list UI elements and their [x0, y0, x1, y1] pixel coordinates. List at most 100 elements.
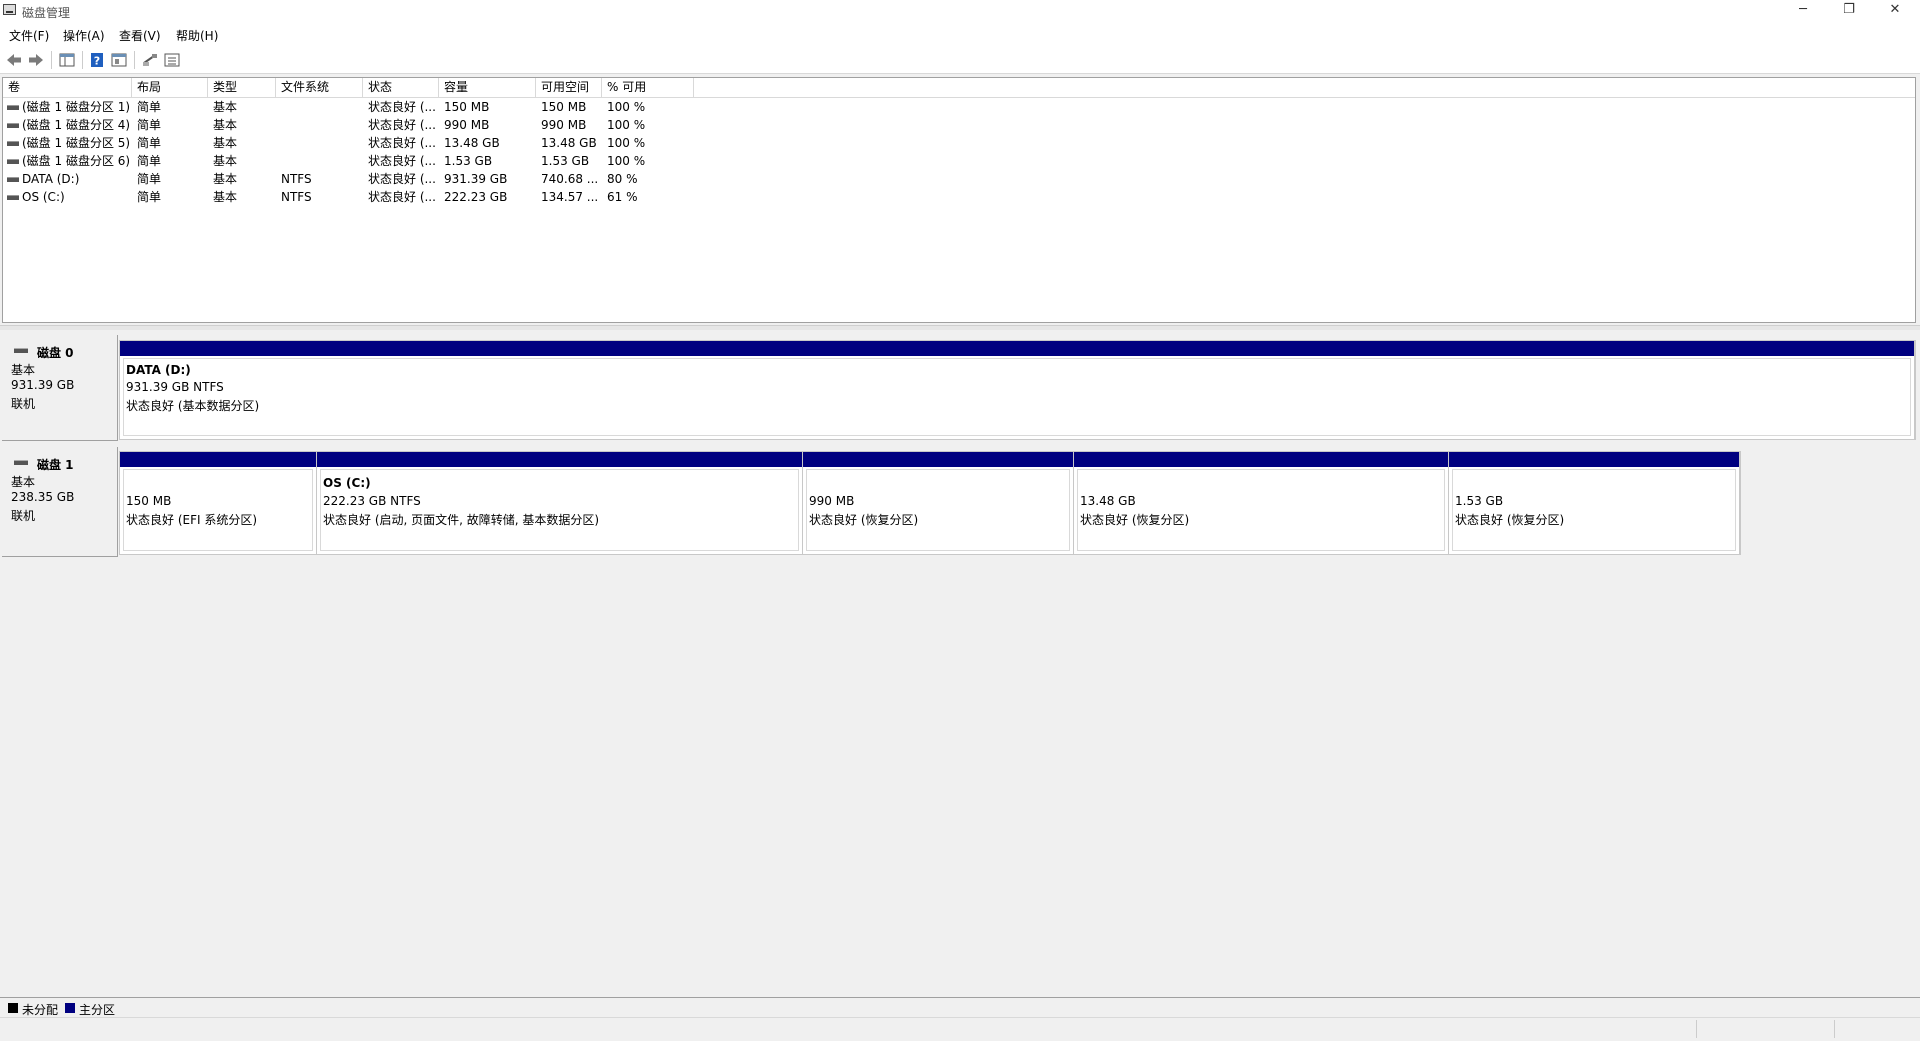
table-row[interactable]: DATA (D:) 简单 基本 NTFS 状态良好 (... 931.39 GB…	[3, 170, 1915, 188]
disk-0-label[interactable]: 磁盘 0 基本 931.39 GB 联机	[2, 335, 118, 441]
restore-button[interactable]: ❐	[1826, 0, 1872, 22]
properties-icon[interactable]	[110, 51, 128, 69]
list-view-icon[interactable]	[163, 51, 181, 69]
console-tree-icon[interactable]	[58, 51, 76, 69]
primary-partition-bar	[317, 452, 802, 467]
cell-capacity: 13.48 GB	[444, 136, 500, 150]
cell-status: 状态良好 (...	[368, 100, 436, 114]
partition-title: DATA (D:)	[126, 363, 191, 377]
column-header-layout[interactable]: 布局	[132, 78, 208, 97]
rescan-icon[interactable]	[141, 51, 159, 69]
menu-help[interactable]: 帮助(H)	[176, 27, 218, 44]
forward-arrow-icon[interactable]	[27, 51, 45, 69]
column-header-free-space[interactable]: 可用空间	[536, 78, 602, 97]
column-header-volume[interactable]: 卷	[3, 78, 132, 97]
close-button[interactable]: ✕	[1872, 0, 1918, 22]
volume-icon	[7, 141, 19, 146]
table-row[interactable]: OS (C:) 简单 基本 NTFS 状态良好 (... 222.23 GB 1…	[3, 188, 1915, 206]
menu-view[interactable]: 查看(V)	[119, 27, 161, 44]
status-bar	[0, 1017, 1920, 1041]
disk-state: 联机	[11, 397, 36, 411]
partition-status: 状态良好 (恢复分区)	[1080, 513, 1190, 527]
partition-body	[1077, 469, 1445, 551]
cell-layout: 简单	[137, 190, 162, 204]
cell-capacity: 222.23 GB	[444, 190, 508, 204]
cell-layout: 简单	[137, 136, 162, 150]
menu-file[interactable]: 文件(F)	[9, 27, 49, 44]
back-arrow-icon[interactable]	[5, 51, 23, 69]
volume-icon	[7, 123, 19, 128]
cell-status: 状态良好 (...	[368, 154, 436, 168]
cell-free-space: 1.53 GB	[541, 154, 590, 168]
cell-percent-free: 100 %	[607, 136, 646, 150]
cell-percent-free: 100 %	[607, 154, 646, 168]
minimize-button[interactable]: ─	[1780, 0, 1826, 22]
volume-icon	[7, 105, 19, 110]
cell-type: 基本	[213, 190, 238, 204]
partition-recovery-3[interactable]: 1.53 GB 状态良好 (恢复分区)	[1449, 452, 1740, 554]
cell-volume: (磁盘 1 磁盘分区 4)	[22, 118, 131, 132]
toolbar-separator	[82, 51, 83, 69]
partition-size: 222.23 GB NTFS	[323, 494, 421, 508]
cell-filesystem: NTFS	[281, 172, 312, 186]
legend-bar: 未分配 主分区	[0, 997, 1920, 1018]
partition-size: 13.48 GB	[1080, 494, 1136, 508]
cell-percent-free: 61 %	[607, 190, 638, 204]
cell-volume: DATA (D:)	[22, 172, 80, 186]
partition-body	[806, 469, 1070, 551]
partition-status: 状态良好 (基本数据分区)	[126, 399, 260, 413]
menu-action[interactable]: 操作(A)	[63, 27, 105, 44]
cell-type: 基本	[213, 172, 238, 186]
column-header-type[interactable]: 类型	[208, 78, 276, 97]
cell-free-space: 134.57 ...	[541, 190, 599, 204]
cell-volume: (磁盘 1 磁盘分区 5)	[22, 136, 131, 150]
column-header-filesystem[interactable]: 文件系统	[276, 78, 363, 97]
cell-percent-free: 100 %	[607, 100, 646, 114]
primary-partition-bar	[1074, 452, 1448, 467]
column-header-status[interactable]: 状态	[363, 78, 439, 97]
primary-partition-bar	[803, 452, 1073, 467]
partition-size: 990 MB	[809, 494, 855, 508]
disk-state: 联机	[11, 509, 36, 523]
table-row[interactable]: (磁盘 1 磁盘分区 6) 简单 基本 状态良好 (... 1.53 GB 1.…	[3, 152, 1915, 170]
cell-layout: 简单	[137, 154, 162, 168]
disk-1-partitions: 150 MB 状态良好 (EFI 系统分区) OS (C:) 222.23 GB…	[119, 451, 1741, 555]
unallocated-swatch	[8, 1003, 18, 1013]
disk-1-label[interactable]: 磁盘 1 基本 238.35 GB 联机	[2, 447, 118, 557]
cell-volume: OS (C:)	[22, 190, 65, 204]
cell-layout: 简单	[137, 100, 162, 114]
table-row[interactable]: (磁盘 1 磁盘分区 1) 简单 基本 状态良好 (... 150 MB 150…	[3, 98, 1915, 116]
volume-list[interactable]: 卷 布局 类型 文件系统 状态 容量 可用空间 % 可用 (磁盘 1 磁盘分区 …	[2, 77, 1916, 323]
primary-partition-bar	[1449, 452, 1739, 467]
cell-percent-free: 100 %	[607, 118, 646, 132]
help-icon[interactable]: ?	[88, 51, 106, 69]
column-header-capacity[interactable]: 容量	[439, 78, 536, 97]
pane-splitter[interactable]	[0, 325, 1920, 330]
primary-partition-swatch	[65, 1003, 75, 1013]
partition-body	[1452, 469, 1736, 551]
cell-free-space: 740.68 ...	[541, 172, 599, 186]
partition-recovery-1[interactable]: 990 MB 状态良好 (恢复分区)	[803, 452, 1074, 554]
partition-efi[interactable]: 150 MB 状态良好 (EFI 系统分区)	[120, 452, 317, 554]
column-header-percent-free[interactable]: % 可用	[602, 78, 694, 97]
partition-status: 状态良好 (恢复分区)	[809, 513, 919, 527]
primary-partition-bar	[120, 341, 1914, 356]
partition-recovery-2[interactable]: 13.48 GB 状态良好 (恢复分区)	[1074, 452, 1449, 554]
cell-volume: (磁盘 1 磁盘分区 1)	[22, 100, 131, 114]
cell-percent-free: 80 %	[607, 172, 638, 186]
cell-layout: 简单	[137, 118, 162, 132]
table-row[interactable]: (磁盘 1 磁盘分区 5) 简单 基本 状态良好 (... 13.48 GB 1…	[3, 134, 1915, 152]
legend-primary-partition: 主分区	[79, 1003, 116, 1017]
cell-capacity: 1.53 GB	[444, 154, 493, 168]
partition-data-d[interactable]: DATA (D:) 931.39 GB NTFS 状态良好 (基本数据分区)	[120, 341, 1915, 439]
cell-status: 状态良好 (...	[368, 172, 436, 186]
partition-title: OS (C:)	[323, 476, 371, 490]
partition-os-c[interactable]: OS (C:) 222.23 GB NTFS 状态良好 (启动, 页面文件, 故…	[317, 452, 803, 554]
cell-capacity: 931.39 GB	[444, 172, 508, 186]
cell-status: 状态良好 (...	[368, 136, 436, 150]
status-separator	[1834, 1020, 1835, 1038]
disk-icon	[14, 460, 28, 465]
cell-status: 状态良好 (...	[368, 118, 436, 132]
volume-icon	[7, 195, 19, 200]
table-row[interactable]: (磁盘 1 磁盘分区 4) 简单 基本 状态良好 (... 990 MB 990…	[3, 116, 1915, 134]
